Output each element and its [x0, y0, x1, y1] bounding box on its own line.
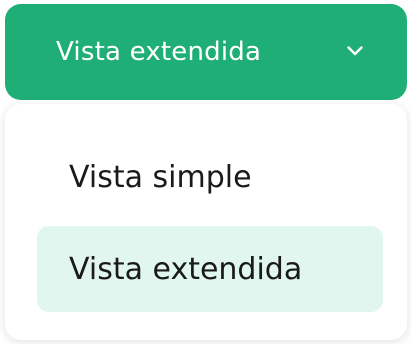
menu-item-vista-simple[interactable]: Vista simple [37, 134, 383, 220]
dropdown-menu: Vista simple Vista extendida [5, 104, 407, 340]
menu-item-label: Vista extendida [69, 251, 303, 287]
dropdown-selected-label: Vista extendida [56, 37, 262, 67]
view-dropdown-button[interactable]: Vista extendida [5, 4, 407, 100]
chevron-down-icon [347, 46, 363, 56]
menu-item-label: Vista simple [69, 159, 252, 195]
view-selector: Vista extendida Vista simple Vista exten… [0, 0, 411, 344]
menu-item-vista-extendida[interactable]: Vista extendida [37, 226, 383, 312]
